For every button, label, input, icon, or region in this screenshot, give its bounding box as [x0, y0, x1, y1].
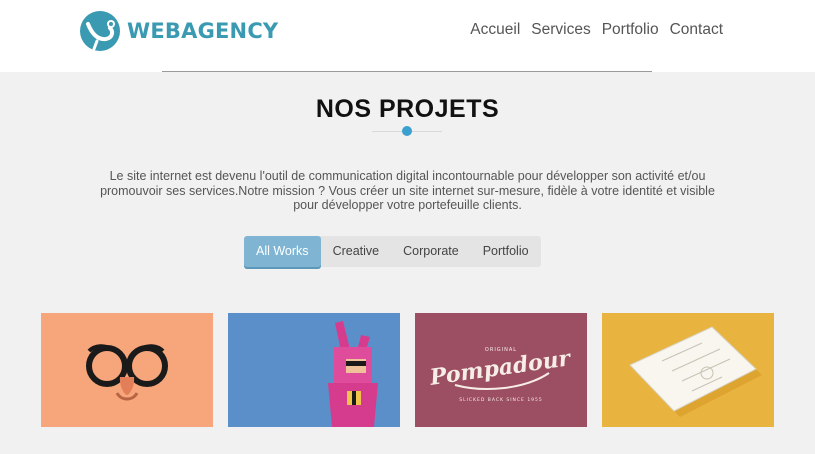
title-divider: [372, 125, 442, 137]
pompadour-bottom-text: SLICKED BACK SINCE 1955: [459, 397, 543, 403]
site-header: WEBAGENCY Accueil Services Portfolio Con…: [0, 0, 815, 72]
portfolio-filters: All Works Creative Corporate Portfolio: [244, 236, 541, 267]
nav-item-portfolio[interactable]: Portfolio: [602, 21, 659, 39]
filter-creative[interactable]: Creative: [321, 236, 392, 267]
nav-item-accueil[interactable]: Accueil: [470, 21, 520, 39]
work-item-bunny[interactable]: [228, 313, 400, 427]
work-item-glasses[interactable]: [41, 313, 213, 427]
filter-portfolio[interactable]: Portfolio: [471, 236, 541, 267]
section-title: NOS PROJETS: [315, 95, 500, 123]
nav-item-services[interactable]: Services: [531, 21, 590, 39]
brand-logo[interactable]: WEBAGENCY: [79, 10, 278, 52]
pompadour-top-text: ORIGINAL: [485, 347, 517, 353]
pink-bunny-character-illustration-icon: [328, 321, 378, 427]
webagency-logo-icon: [80, 11, 120, 51]
brand-name: WEBAGENCY: [127, 19, 279, 43]
pompadour-logo-illustration-icon: ORIGINAL Pompadour SLICKED BACK SINCE 19…: [427, 345, 573, 403]
works-grid: ORIGINAL Pompadour SLICKED BACK SINCE 19…: [41, 313, 774, 427]
nav-item-contact[interactable]: Contact: [670, 21, 723, 39]
work-item-business-card[interactable]: [602, 313, 774, 427]
glasses-mustache-illustration-icon: [86, 344, 168, 401]
intro-text: Le site internet est devenu l'outil de c…: [100, 169, 715, 212]
business-card-illustration-icon: [629, 326, 762, 417]
filter-corporate[interactable]: Corporate: [391, 236, 471, 267]
divider-dot: [402, 126, 412, 136]
filter-all-works[interactable]: All Works: [244, 236, 321, 267]
header-divider: [162, 71, 652, 72]
work-item-pompadour[interactable]: ORIGINAL Pompadour SLICKED BACK SINCE 19…: [415, 313, 587, 427]
main-nav: Accueil Services Portfolio Contact: [470, 21, 723, 39]
